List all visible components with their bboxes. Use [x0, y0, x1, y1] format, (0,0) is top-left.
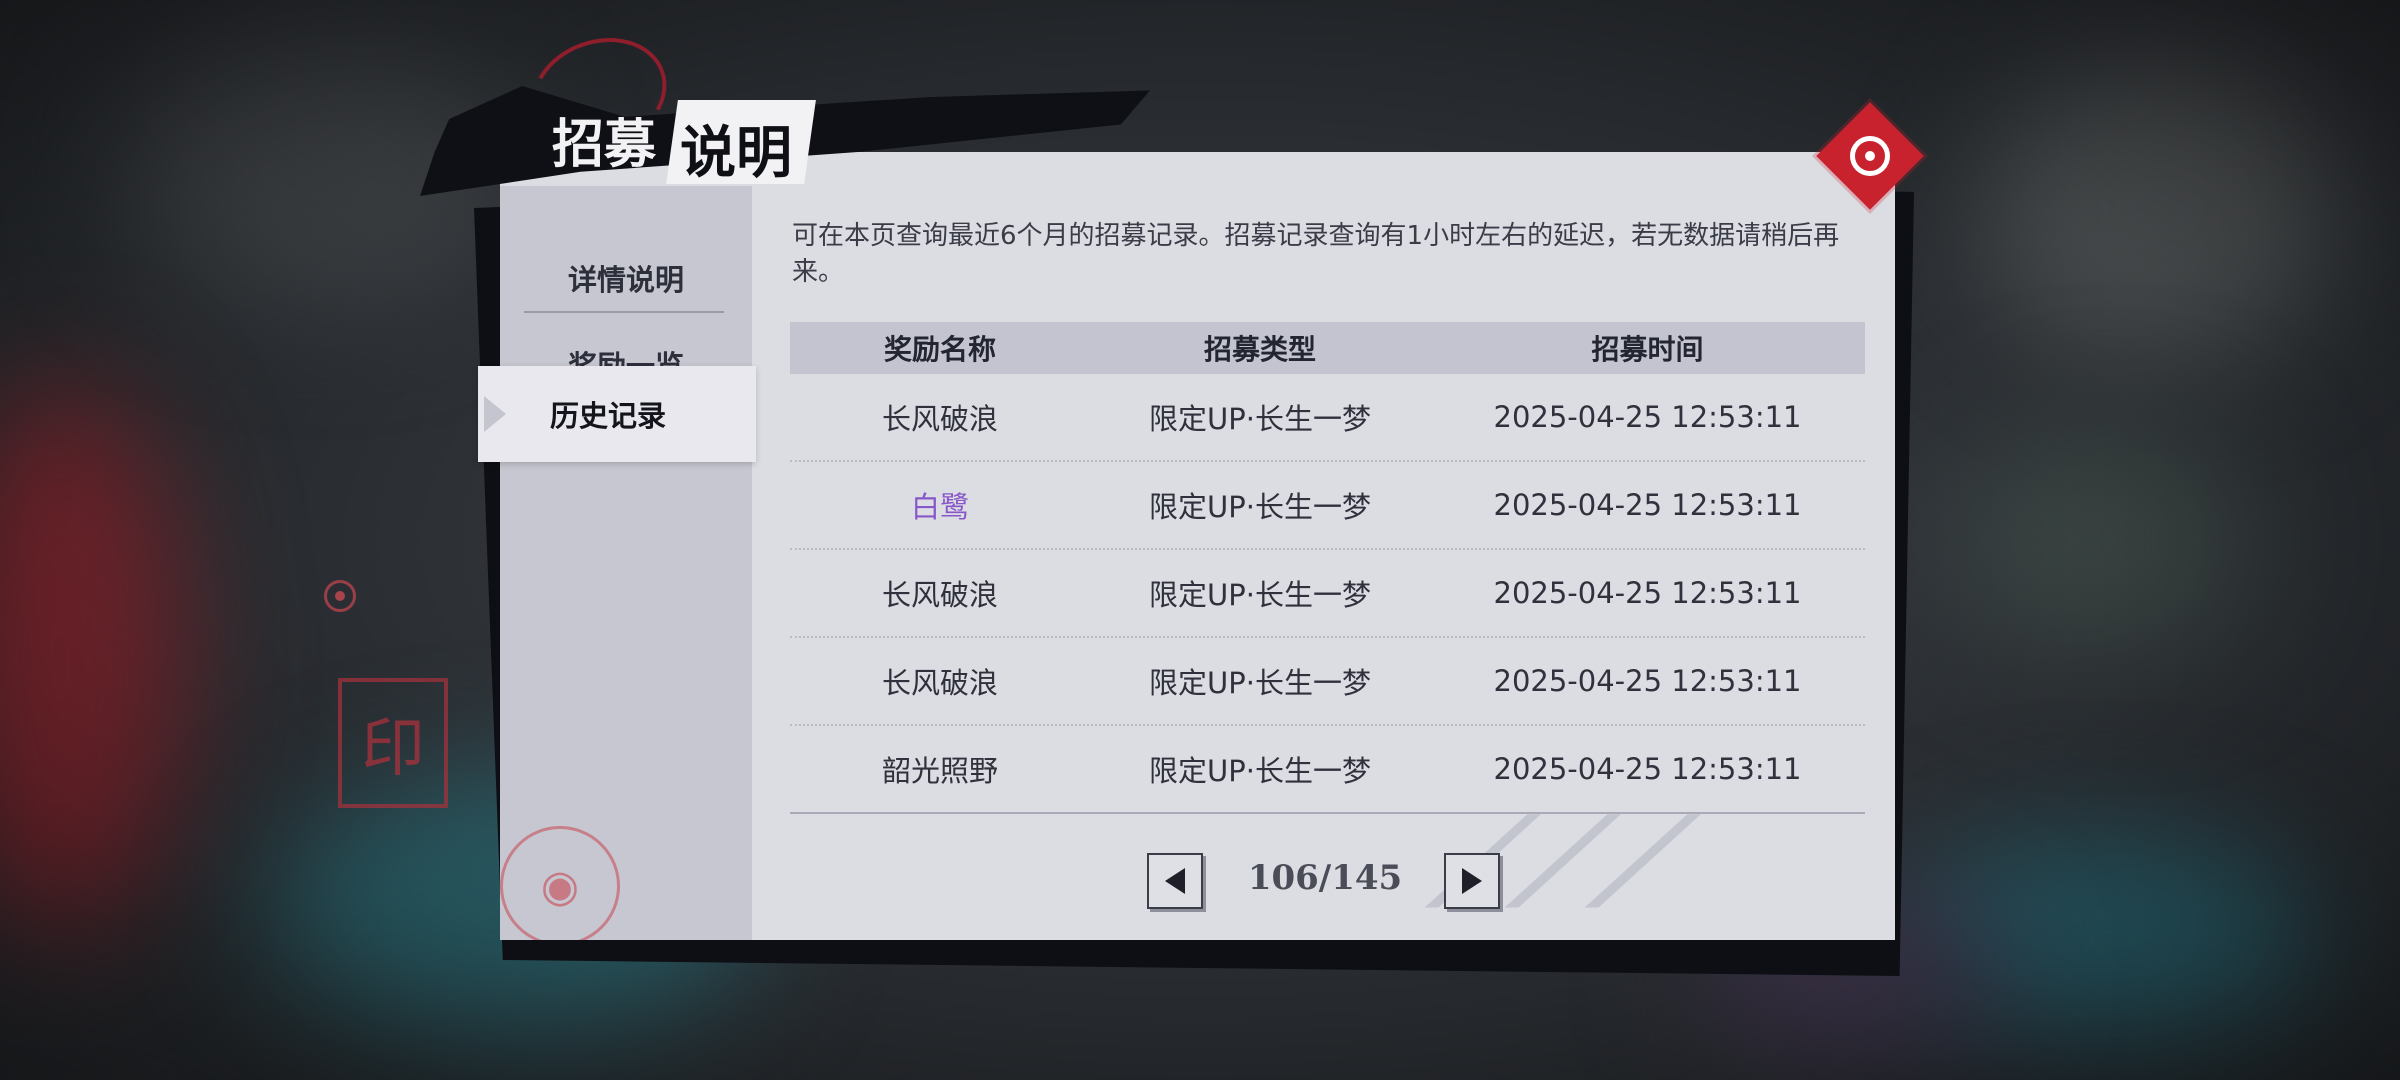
table-header: 奖励名称 招募类型 招募时间: [790, 322, 1865, 374]
next-page-button[interactable]: [1444, 853, 1500, 909]
recruit-panel: 详情说明 奖励一览 ◉ 可在本页查询最近6个月的招募记录。招募记录查询有1小时左…: [500, 152, 1895, 940]
arrow-left-icon: [1165, 868, 1185, 894]
nav-item-details[interactable]: 详情说明: [500, 236, 752, 320]
sidebar: 详情说明 奖励一览 ◉: [500, 186, 752, 940]
active-marker-icon: [484, 396, 506, 432]
arrow-right-icon: [1462, 868, 1482, 894]
nav-divider: [524, 311, 724, 313]
target-close-icon[interactable]: [1850, 136, 1890, 176]
table-bottom-rule: [790, 812, 1865, 814]
row-recruit-type: 限定UP·长生一梦: [1149, 578, 1371, 612]
row-recruit-time: 2025-04-25 12:53:11: [1493, 400, 1802, 434]
row-recruit-time: 2025-04-25 12:53:11: [1493, 752, 1802, 786]
row-reward-name: 韶光照野: [881, 754, 998, 788]
history-table: 奖励名称 招募类型 招募时间 长风破浪 限定UP·长生一梦 2025-04-25…: [790, 322, 1865, 814]
seal-icon: 印: [338, 678, 448, 808]
description-text: 可在本页查询最近6个月的招募记录。招募记录查询有1小时左右的延迟，若无数据请稍后…: [792, 221, 1840, 287]
row-recruit-type: 限定UP·长生一梦: [1149, 666, 1371, 700]
prev-page-button[interactable]: [1147, 853, 1203, 909]
header-recruit-type: 招募类型: [1203, 333, 1316, 366]
row-recruit-time: 2025-04-25 12:53:11: [1493, 576, 1802, 610]
page-indicator: 106/145: [1247, 858, 1403, 898]
row-recruit-type: 限定UP·长生一梦: [1149, 754, 1371, 788]
header-recruit-time: 招募时间: [1591, 333, 1704, 366]
table-row: 长风破浪 限定UP·长生一梦 2025-04-25 12:53:11: [790, 550, 1865, 638]
table-row: 长风破浪 限定UP·长生一梦 2025-04-25 12:53:11: [790, 638, 1865, 726]
row-recruit-time: 2025-04-25 12:53:11: [1493, 664, 1802, 698]
row-reward-name: 长风破浪: [881, 402, 998, 436]
eye-stamp-icon: ◉: [500, 826, 620, 940]
table-row: 韶光照野 限定UP·长生一梦 2025-04-25 12:53:11: [790, 726, 1865, 812]
row-reward-name: 白鹭: [910, 490, 969, 524]
page-title-part1: 招募: [552, 114, 657, 175]
page-title-part2: 说明: [680, 120, 792, 186]
table-row: 白鹭 限定UP·长生一梦 2025-04-25 12:53:11: [790, 462, 1865, 550]
row-recruit-time: 2025-04-25 12:53:11: [1493, 488, 1802, 522]
header-reward-name: 奖励名称: [883, 333, 996, 366]
table-row: 长风破浪 限定UP·长生一梦 2025-04-25 12:53:11: [790, 374, 1865, 462]
row-reward-name: 长风破浪: [881, 578, 998, 612]
side-marker-icon: [324, 580, 356, 612]
row-recruit-type: 限定UP·长生一梦: [1149, 490, 1371, 524]
row-reward-name: 长风破浪: [881, 666, 998, 700]
nav-item-history[interactable]: 历史记录: [478, 366, 756, 462]
row-recruit-type: 限定UP·长生一梦: [1149, 402, 1371, 436]
